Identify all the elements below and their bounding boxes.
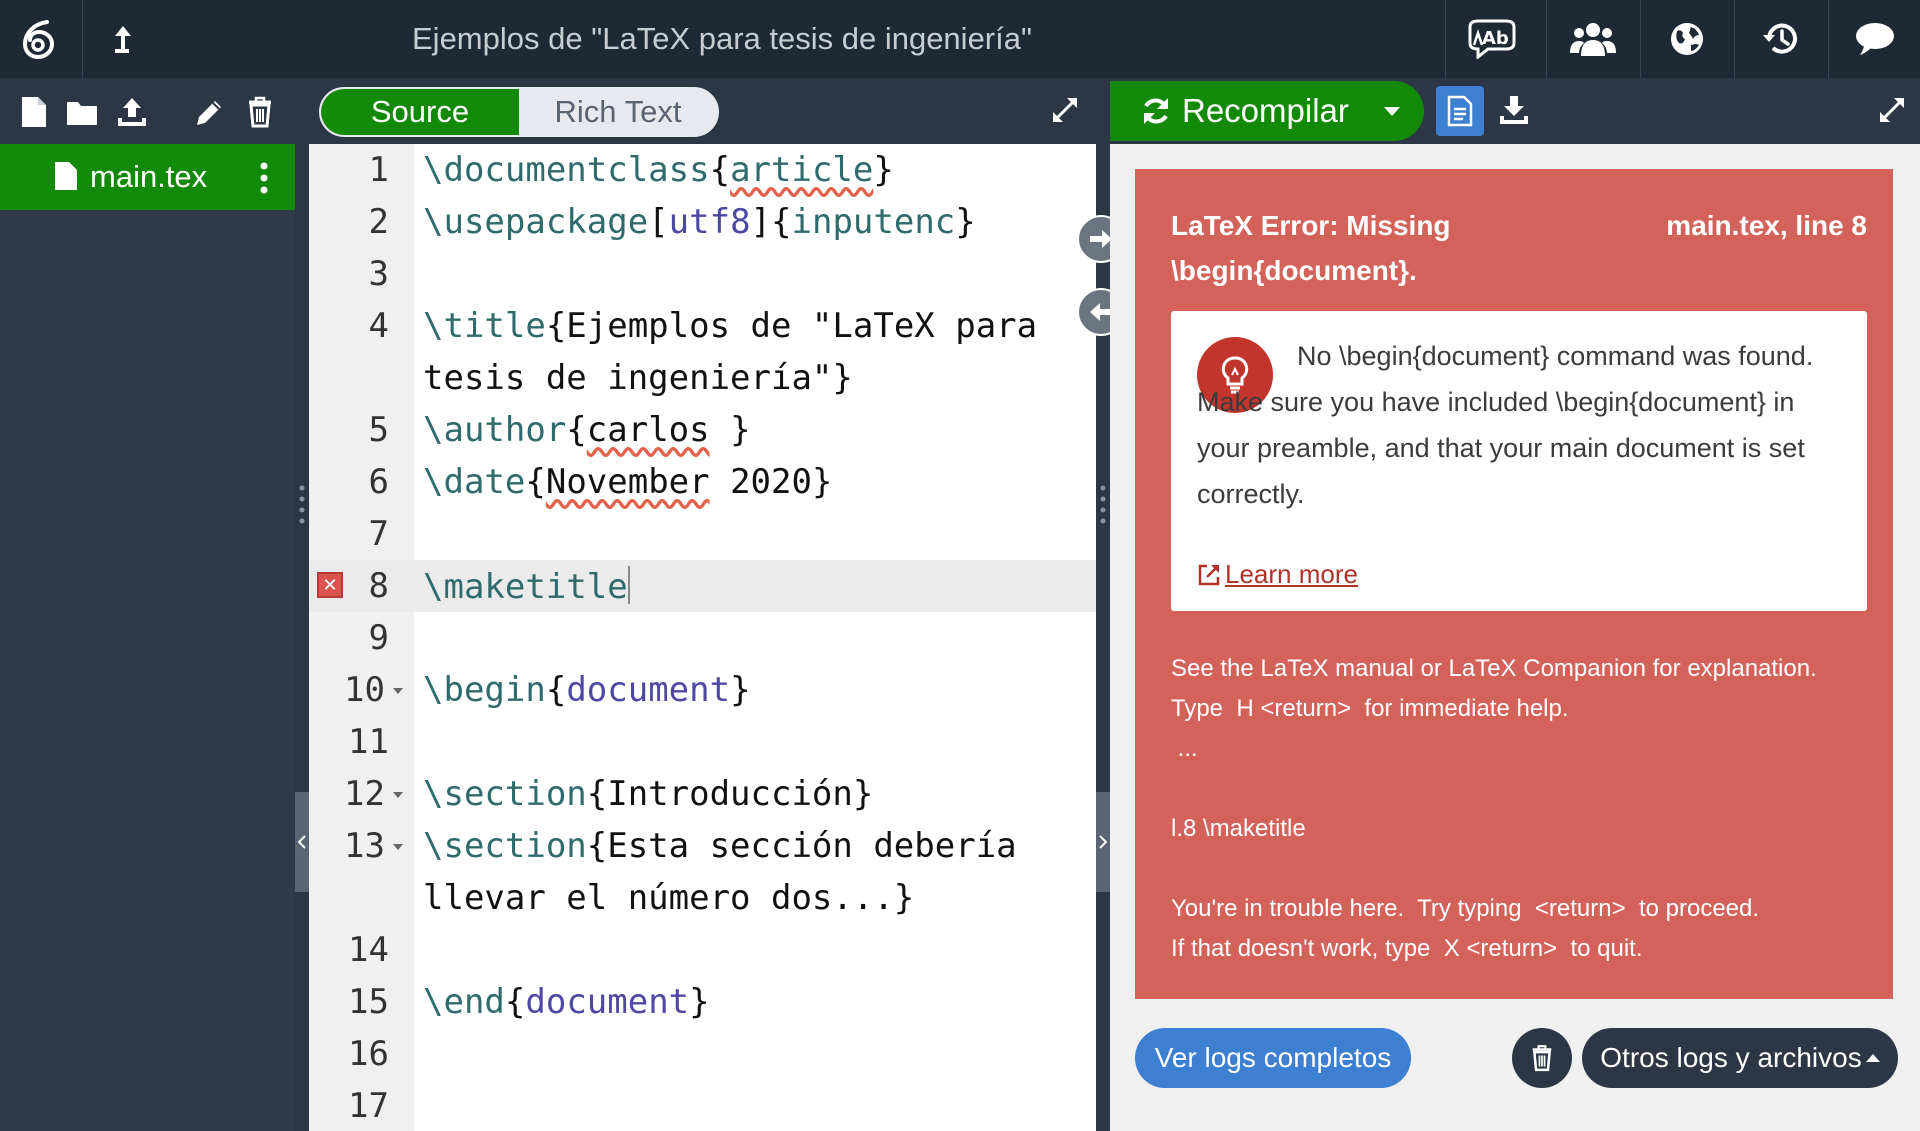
code-line-wrapped: llevar el número dos...} <box>423 878 915 918</box>
rename-pencil-icon[interactable] <box>192 94 228 130</box>
code-line: 15 \end{document} <box>348 982 710 1022</box>
log-panel: LaTeX Error: Missing \begin{document}. m… <box>1110 144 1920 1131</box>
other-logs-dropdown[interactable]: Otros logs y archivos <box>1582 1028 1898 1088</box>
expand-pdf-icon[interactable] <box>1876 94 1912 130</box>
file-icon <box>54 161 78 199</box>
code-editor[interactable]: 1 \documentclass{article} 2 \usepackage[… <box>309 144 1096 1131</box>
error-location[interactable]: main.tex, line 8 <box>1666 203 1867 248</box>
top-bar: Ejemplos de "LaTeX para tesis de ingenie… <box>0 0 1920 78</box>
fold-arrow-icon[interactable] <box>393 688 403 694</box>
error-title: LaTeX Error: Missing \begin{document}. <box>1171 210 1451 286</box>
code-line: 17 <box>348 1086 389 1126</box>
fold-arrow-icon[interactable] <box>393 792 403 798</box>
code-line: 3 <box>368 254 389 294</box>
download-pdf-icon[interactable] <box>1498 94 1534 130</box>
file-name: main.tex <box>90 159 208 194</box>
error-hint-box: No \begin{document} command was found. M… <box>1171 311 1867 611</box>
globe-icon[interactable] <box>1641 0 1733 78</box>
left-splitter[interactable] <box>295 144 309 1131</box>
recompile-button[interactable]: Recompilar <box>1110 81 1424 141</box>
learn-more-link[interactable]: Learn more <box>1197 559 1358 590</box>
new-file-icon[interactable] <box>16 94 52 130</box>
code-line: 16 <box>348 1034 389 1074</box>
fold-arrow-icon[interactable] <box>393 844 403 850</box>
code-line: 6 \date{November 2020} <box>368 462 833 502</box>
text-cursor <box>627 566 630 604</box>
source-mode-button[interactable]: Source <box>321 89 519 135</box>
rich-text-mode-button[interactable]: Rich Text <box>519 89 717 135</box>
project-title: Ejemplos de "LaTeX para tesis de ingenie… <box>412 21 1032 56</box>
code-line: 13 \section{Esta sección debería <box>344 826 1017 866</box>
collapse-right-icon[interactable] <box>1096 792 1110 892</box>
share-users-icon[interactable] <box>1547 0 1639 78</box>
recompile-label: Recompilar <box>1182 92 1349 129</box>
external-link-icon <box>1198 564 1220 585</box>
refresh-icon <box>1140 96 1172 134</box>
overleaf-logo-icon[interactable] <box>0 0 78 78</box>
clear-cache-trash-button[interactable] <box>1512 1028 1572 1088</box>
trash-icon <box>1532 1045 1552 1072</box>
chat-icon[interactable] <box>1829 0 1920 78</box>
code-line: 11 <box>348 722 389 762</box>
new-folder-icon[interactable] <box>64 94 100 130</box>
code-line: 1 \documentclass{article} <box>368 150 894 190</box>
file-menu-icon[interactable] <box>254 160 274 196</box>
expand-editor-icon[interactable] <box>1049 94 1085 130</box>
code-line: 5 \author{carlos } <box>368 410 751 450</box>
code-line-error: ✕ 8 \maketitle <box>309 560 1096 612</box>
code-line: 4 \title{Ejemplos de "LaTeX para <box>368 306 1038 346</box>
recompile-options-caret-icon[interactable] <box>1384 107 1400 116</box>
caret-up-icon <box>1865 1054 1880 1062</box>
code-line: 9 <box>368 618 389 658</box>
pdf-toolbar: Recompilar <box>1110 78 1920 144</box>
raw-log-text: See the LaTeX manual or LaTeX Companion … <box>1171 655 1817 962</box>
view-pdf-icon[interactable] <box>1436 86 1484 136</box>
delete-trash-icon[interactable] <box>242 94 278 130</box>
editor-mode-toggle: Source Rich Text <box>319 87 719 137</box>
error-card[interactable]: LaTeX Error: Missing \begin{document}. m… <box>1135 169 1893 999</box>
code-line-wrapped: tesis de ingeniería"} <box>423 358 853 398</box>
collapse-left-icon[interactable] <box>295 792 309 892</box>
code-line: 2 \usepackage[utf8]{inputenc} <box>368 202 976 242</box>
file-item-main-tex[interactable]: main.tex <box>0 144 295 210</box>
spell-check-icon[interactable]: Ab <box>1446 0 1538 78</box>
code-line: 10 \begin{document} <box>344 670 751 710</box>
upload-icon[interactable] <box>114 94 150 130</box>
file-tree: main.tex <box>0 144 295 1131</box>
history-icon[interactable] <box>1735 0 1827 78</box>
code-line: 12 \section{Introducción} <box>344 774 874 814</box>
svg-text:Ab: Ab <box>1482 28 1509 49</box>
code-line: 14 <box>348 930 389 970</box>
code-line: 7 <box>368 514 389 554</box>
editor-toolbar: Source Rich Text <box>309 78 1096 144</box>
file-toolbar <box>0 78 295 144</box>
view-full-logs-button[interactable]: Ver logs completos <box>1135 1028 1411 1088</box>
error-hint-text: No \begin{document} command was found. M… <box>1197 341 1814 509</box>
